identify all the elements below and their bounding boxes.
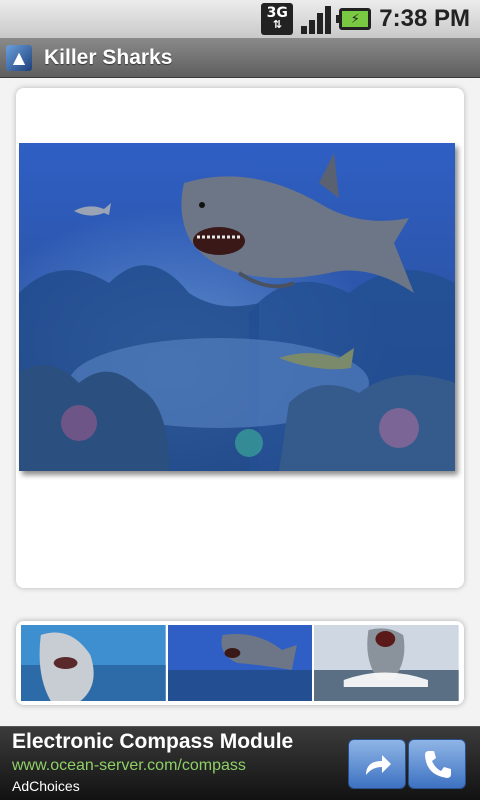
shark-thumbnail-3[interactable] — [314, 625, 460, 701]
app-title-bar: ▲ Killer Sharks — [0, 38, 480, 78]
phone-icon — [425, 751, 451, 778]
signal-strength-icon — [301, 4, 332, 34]
battery-charging-icon: ⚡ — [336, 8, 372, 30]
app-title: Killer Sharks — [44, 45, 173, 69]
ad-title[interactable]: Electronic Compass Module — [12, 730, 293, 754]
gallery-content — [0, 78, 480, 726]
ad-share-button[interactable] — [348, 739, 406, 789]
shark-thumbnail-2[interactable] — [167, 625, 313, 701]
thumbnail-strip — [16, 621, 464, 705]
shark-photo-main[interactable] — [19, 143, 455, 471]
status-time: 7:38 PM — [379, 5, 470, 32]
network-3g-icon: 3G ⇅ — [261, 3, 294, 35]
ad-url[interactable]: www.ocean-server.com/compass — [12, 757, 246, 775]
status-bar: 3G ⇅ ⚡ 7:38 PM — [0, 0, 480, 38]
shark-thumbnail-1[interactable] — [21, 625, 166, 701]
ad-call-button[interactable] — [408, 739, 466, 789]
main-image-card — [16, 88, 464, 588]
ad-banner[interactable]: Electronic Compass Module www.ocean-serv… — [0, 726, 480, 800]
ad-choices-label[interactable]: AdChoices — [12, 778, 80, 794]
shark-app-icon: ▲ — [6, 44, 32, 71]
share-arrow-icon — [366, 755, 391, 775]
